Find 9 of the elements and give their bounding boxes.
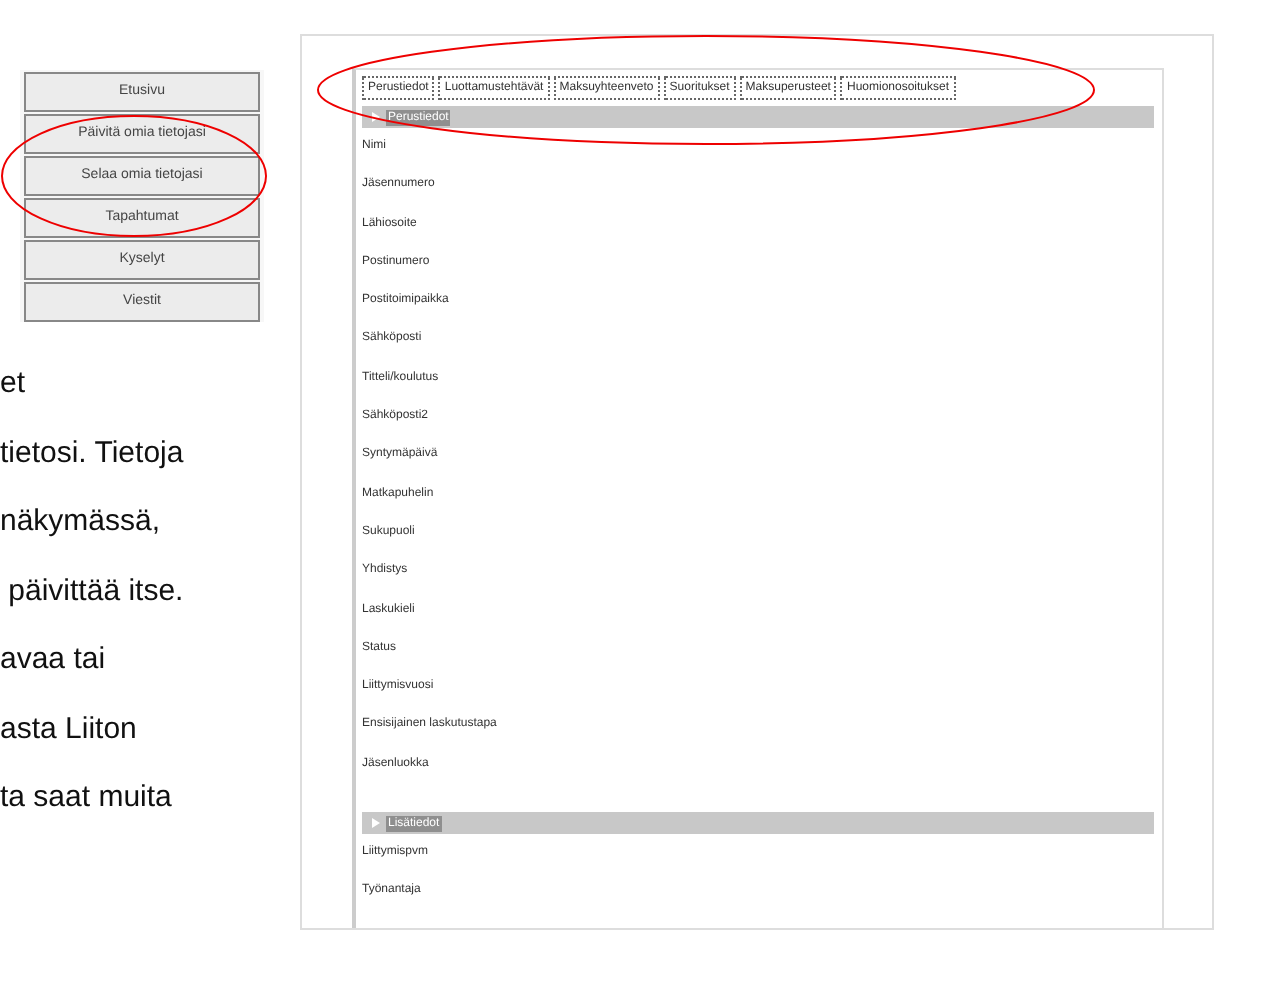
expand-triangle-icon [372, 818, 380, 829]
text-line: näkymässä, [0, 502, 163, 542]
expand-triangle-icon [372, 112, 380, 122]
text-line: et [0, 364, 28, 404]
text-line: asta Liiton [0, 709, 139, 749]
text-line: avaa tai [0, 640, 108, 680]
text-line: ta saat muita [0, 778, 174, 818]
text-line: tietosi. Tietoja [0, 433, 186, 473]
text-line: päivittää itse. [6, 571, 186, 611]
